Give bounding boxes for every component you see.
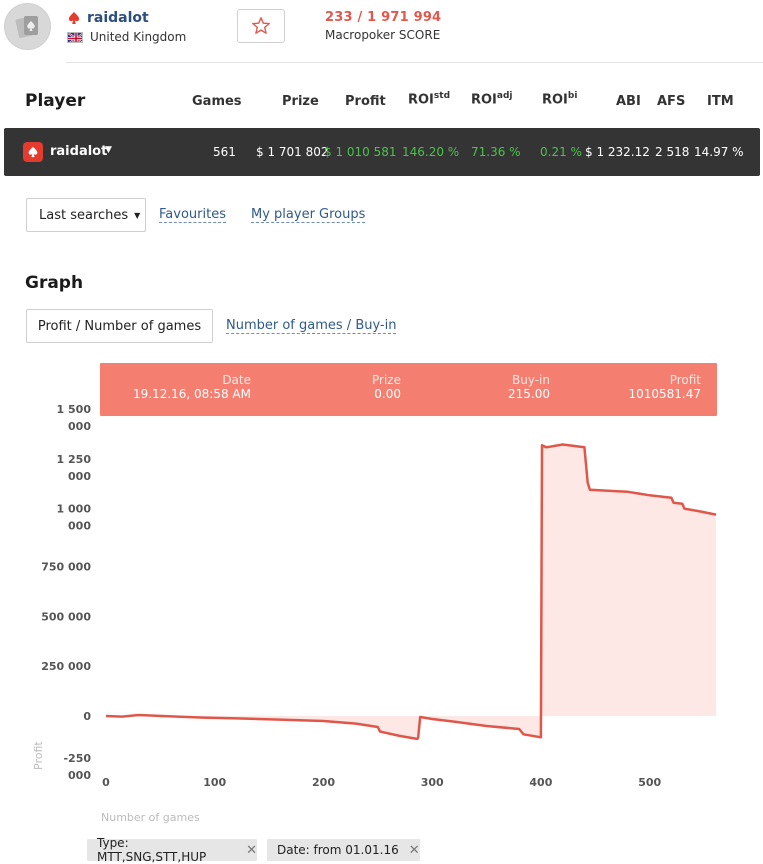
col-roi-bi-sup: bi [567, 91, 578, 101]
country-row: United Kingdom [67, 30, 186, 44]
tooltip-profit-value: 1010581.47 [628, 387, 701, 401]
col-roi-adj[interactable]: ROIadj [471, 91, 513, 107]
col-prize[interactable]: Prize [282, 94, 319, 109]
tooltip-date-value: 19.12.16, 08:58 AM [132, 387, 251, 401]
y-tick-label-cont: 000 [68, 769, 91, 782]
row-roi-adj: 71.36 % [471, 145, 521, 159]
col-roi-adj-sup: adj [496, 91, 513, 101]
last-searches-label: Last searches [39, 207, 129, 223]
header-divider [66, 62, 763, 63]
last-searches-dropdown[interactable]: Last searches ▼ [26, 198, 146, 232]
tooltip-prize: Prize 0.00 [372, 373, 401, 401]
tooltip-date-label: Date [222, 373, 251, 387]
player-name[interactable]: raidalot [87, 10, 149, 26]
player-row-name[interactable]: raidalot [50, 144, 107, 159]
x-tick-label: 100 [203, 776, 226, 789]
profit-chart[interactable]: 1 500 000 1 250 000 1 000 000 750 000 500 000 25… [0, 360, 763, 830]
y-tick-label-cont: 000 [68, 470, 91, 483]
tooltip-buyin-value: 215.00 [508, 387, 550, 401]
tooltip-profit: Profit 1010581.47 [628, 373, 701, 401]
spade-icon [68, 12, 80, 24]
x-tick-label: 400 [529, 776, 552, 789]
col-abi[interactable]: ABI [616, 94, 641, 109]
player-section-title: Player [25, 91, 86, 111]
favourites-link[interactable]: Favourites [159, 207, 226, 223]
row-itm: 14.97 % [694, 145, 744, 159]
y-tick-label: 0 [83, 710, 91, 723]
x-axis-label: Number of games [101, 811, 200, 824]
favourite-button[interactable] [237, 9, 285, 43]
row-abi: $ 1 232.12 [585, 145, 650, 159]
y-axis-label: Profit [32, 741, 45, 770]
chart-tooltip: Date 19.12.16, 08:58 AM Prize 0.00 Buy-i… [100, 363, 717, 416]
close-icon[interactable]: ✕ [246, 843, 257, 858]
filter-chip-type[interactable]: Type: MTT,SNG,STT,HUP ✕ [87, 836, 257, 864]
tooltip-profit-label: Profit [669, 373, 701, 387]
row-prize: $ 1 701 802 [256, 145, 329, 159]
y-tick-label-cont: 000 [68, 520, 91, 533]
y-tick-label: 750 000 [41, 561, 91, 574]
filter-type-label: Type: MTT,SNG,STT,HUP [97, 836, 207, 864]
col-roi-std[interactable]: ROIstd [408, 91, 450, 107]
x-tick-label: 300 [421, 776, 444, 789]
y-tick-label: -250 [63, 752, 91, 765]
col-profit[interactable]: Profit [345, 94, 386, 109]
graph-section-title: Graph [25, 273, 84, 293]
caret-down-icon: ▼ [134, 210, 141, 220]
score-value: 233 / 1 971 994 [325, 10, 442, 25]
col-roi-std-label: ROI [408, 92, 434, 108]
close-icon[interactable]: ✕ [409, 843, 420, 858]
col-roi-adj-label: ROI [471, 92, 497, 108]
avatar [4, 3, 51, 50]
profit-area [106, 444, 716, 739]
col-games[interactable]: Games [192, 94, 242, 109]
chevron-down-icon[interactable]: ▼ [105, 145, 112, 155]
col-roi-std-sup: std [433, 91, 451, 101]
y-tick-label-cont: 000 [68, 420, 91, 433]
score-label: Macropoker SCORE [325, 28, 441, 42]
col-itm[interactable]: ITM [707, 94, 734, 109]
pokerstars-logo-icon [23, 142, 43, 162]
filter-chip-date[interactable]: Date: from 01.01.16 ✕ [267, 839, 420, 861]
country-name: United Kingdom [90, 30, 187, 44]
profit-games-tab[interactable]: Profit / Number of games [26, 309, 213, 343]
row-roi-std: 146.20 % [402, 145, 460, 159]
y-tick-label: 250 000 [41, 660, 91, 673]
player-name-row: raidalot [67, 10, 149, 26]
x-tick-label: 0 [102, 776, 110, 789]
y-tick-label: 1 250 [57, 453, 92, 466]
row-games: 561 [213, 145, 236, 159]
col-roi-bi-label: ROI [542, 92, 568, 108]
y-tick-label: 1 500 [57, 403, 92, 416]
star-icon [252, 17, 270, 34]
tooltip-prize-value: 0.00 [374, 387, 401, 401]
y-tick-label: 1 000 [57, 503, 92, 516]
player-groups-link[interactable]: My player Groups [251, 207, 366, 223]
tooltip-buyin-label: Buy-in [512, 373, 550, 387]
col-afs[interactable]: AFS [657, 94, 685, 109]
tooltip-buyin: Buy-in 215.00 [508, 373, 550, 401]
cards-icon [15, 15, 38, 38]
tooltip-prize-label: Prize [372, 373, 401, 387]
tooltip-date: Date 19.12.16, 08:58 AM [133, 373, 251, 401]
player-row[interactable]: raidalot ▼ 561 $ 1 701 802 $ 1 010 581 1… [4, 128, 760, 176]
filter-date-label: Date: from 01.01.16 [277, 843, 399, 857]
x-tick-label: 200 [312, 776, 335, 789]
row-afs: 2 518 [655, 145, 690, 159]
col-roi-bi[interactable]: ROIbi [542, 91, 577, 107]
row-profit: $ 1 010 581 [324, 145, 397, 159]
row-roi-bi: 0.21 % [540, 145, 582, 159]
y-tick-label: 500 000 [41, 610, 91, 623]
x-tick-label: 500 [638, 776, 661, 789]
games-buyin-tab[interactable]: Number of games / Buy-in [226, 318, 397, 334]
uk-flag-icon [67, 31, 83, 43]
